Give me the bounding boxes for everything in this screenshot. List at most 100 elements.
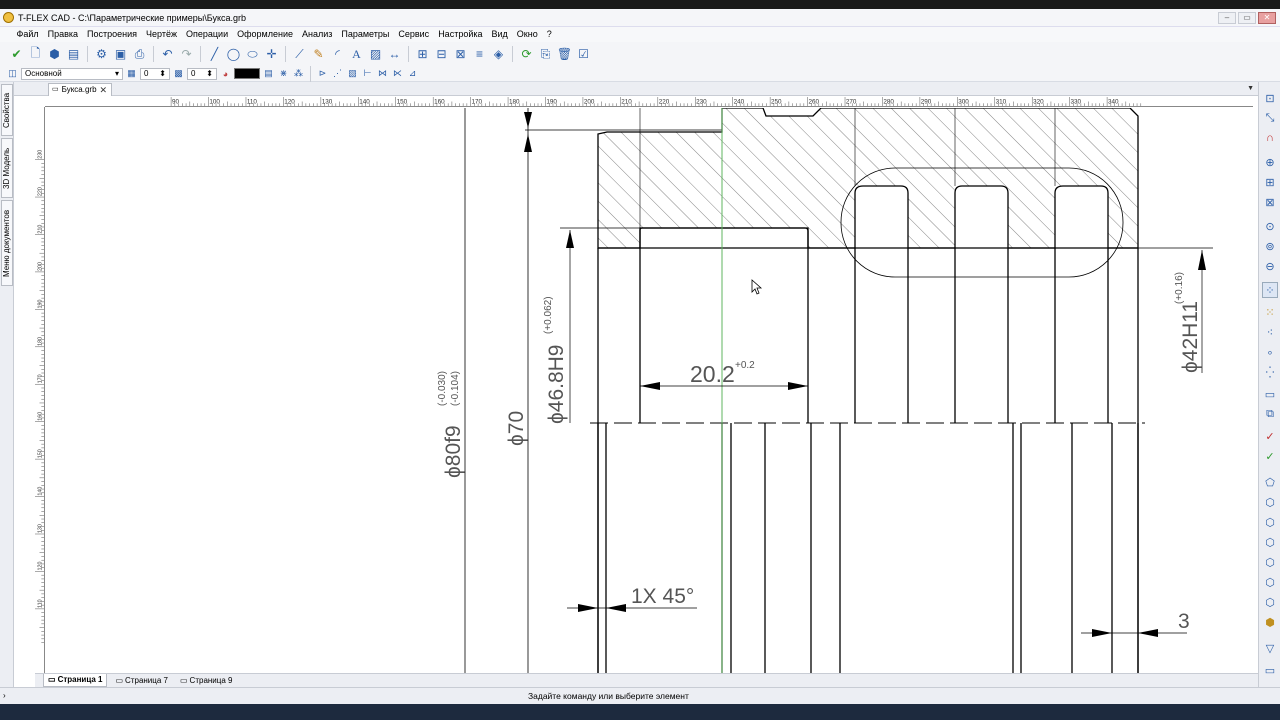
text-icon[interactable]: A	[348, 46, 365, 63]
document-tab[interactable]: ▭ Букса.grb ✕	[48, 83, 113, 96]
print-icon[interactable]: ⎙	[131, 46, 148, 63]
redo-icon[interactable]: ↷	[178, 46, 195, 63]
redraw-icon[interactable]: ∘	[1262, 344, 1278, 360]
menu-window[interactable]: Окно	[512, 27, 542, 42]
select-nodes-icon[interactable]: ⊿	[406, 67, 419, 80]
dimension-icon[interactable]: ↔	[386, 46, 403, 63]
save-icon[interactable]: ▣	[112, 46, 129, 63]
view-iso-5-icon[interactable]: ⬡	[1262, 594, 1278, 610]
drawing-canvas[interactable]: ϕ80f9 (-0.030) (-0.104) ϕ70 ϕ46.8H9 (+0.…	[45, 108, 1253, 673]
menu-service[interactable]: Сервис	[394, 27, 434, 42]
menu-drawing[interactable]: Чертёж	[142, 27, 182, 42]
view-reset-icon[interactable]: ▭	[1262, 662, 1278, 678]
zoom-next-icon[interactable]: ⊚	[1262, 238, 1278, 254]
check-red-icon[interactable]: ✓	[1262, 428, 1278, 444]
hatch-icon[interactable]: ▨	[367, 46, 384, 63]
select-lines-icon[interactable]: ⋰	[331, 67, 344, 80]
undo-icon[interactable]: ↶	[159, 46, 176, 63]
line-style-icon[interactable]: ▤	[262, 67, 275, 80]
new-document-icon[interactable]: 🗋	[27, 46, 44, 63]
tab-3d-model[interactable]: 3D Модель	[1, 138, 13, 198]
variables-icon[interactable]: ≡	[471, 46, 488, 63]
zoom-previous-icon[interactable]: ⊙	[1262, 218, 1278, 234]
menu-formatting[interactable]: Оформление	[233, 27, 298, 42]
new-3d-icon[interactable]: ⬢	[46, 46, 63, 63]
select-text-icon[interactable]: ⋈	[376, 67, 389, 80]
dimension-phi80[interactable]: ϕ80f9	[442, 425, 465, 478]
minimize-button[interactable]: ‒	[1218, 12, 1236, 24]
fragment-icon[interactable]: ⊞	[414, 46, 431, 63]
select-all-icon[interactable]: ⋉	[391, 67, 404, 80]
dimension-phi42[interactable]: ϕ42H11	[1179, 301, 1202, 373]
page-icon[interactable]: ▭	[1262, 386, 1278, 402]
view-iso-1-icon[interactable]: ⬡	[1262, 514, 1278, 530]
zoom-all-icon[interactable]: ⊞	[1262, 174, 1278, 190]
confirm-icon[interactable]: ✔	[8, 46, 25, 63]
view-top-icon[interactable]: ⬠	[1262, 474, 1278, 490]
zoom-out-icon[interactable]: ⊖	[1262, 258, 1278, 274]
select-dim-icon[interactable]: ⊢	[361, 67, 374, 80]
fillet-icon[interactable]: ◜	[329, 46, 346, 63]
view-iso-4-icon[interactable]: ⬡	[1262, 574, 1278, 590]
table-icon[interactable]: ⊠	[452, 46, 469, 63]
menu-settings[interactable]: Настройка	[434, 27, 487, 42]
color-swatch[interactable]	[234, 68, 260, 79]
model-icon[interactable]: ◈	[490, 46, 507, 63]
pencil-icon[interactable]: ✎	[310, 46, 327, 63]
view-front-icon[interactable]: ⬡	[1262, 494, 1278, 510]
menu-edit[interactable]: Правка	[43, 27, 82, 42]
dimension-phi70[interactable]: ϕ70	[505, 411, 528, 446]
priority-stepper[interactable]: 0 ⬍	[187, 67, 217, 80]
view-icon[interactable]: ⊟	[433, 46, 450, 63]
line-icon[interactable]: ╱	[206, 46, 223, 63]
menu-construction[interactable]: Построения	[83, 27, 142, 42]
view-iso-3-icon[interactable]: ⬡	[1262, 554, 1278, 570]
trash-icon[interactable]: 🗑	[556, 46, 573, 63]
dimension-20[interactable]: 20.2	[690, 361, 735, 387]
magnet-icon[interactable]: ∩	[1262, 130, 1278, 146]
close-tab-icon[interactable]: ✕	[100, 84, 108, 96]
menu-parameters[interactable]: Параметры	[337, 27, 394, 42]
zoom-in-icon[interactable]: ⊕	[1262, 154, 1278, 170]
grid-icon[interactable]: ⁛	[1262, 364, 1278, 380]
dimension-chamfer[interactable]: 1X 45°	[631, 585, 694, 608]
view-iso-6-icon[interactable]: ⬢	[1262, 614, 1278, 630]
snap-icon[interactable]: ⋇	[277, 67, 290, 80]
page-tab-9[interactable]: ▭ Страница 9	[176, 674, 237, 687]
layer-select[interactable]: Основной ▾	[21, 67, 123, 80]
view-iso-2-icon[interactable]: ⬡	[1262, 534, 1278, 550]
zoom-extents-icon[interactable]: ⊠	[1262, 194, 1278, 210]
page-copy-icon[interactable]: ⧉	[1262, 406, 1278, 422]
tab-properties[interactable]: Свойства	[1, 84, 13, 136]
tab-list-icon[interactable]: ▼	[1247, 85, 1254, 92]
page-tab-1[interactable]: ▭ Страница 1	[43, 674, 108, 687]
pan-icon[interactable]: ⤡	[1262, 110, 1278, 126]
menu-view[interactable]: Вид	[487, 27, 512, 42]
select-hatch-icon[interactable]: ▧	[346, 67, 359, 80]
menu-analysis[interactable]: Анализ	[297, 27, 336, 42]
sketch-icon[interactable]: ⟋	[291, 46, 308, 63]
check-icon[interactable]: ☑	[575, 46, 592, 63]
check-green-icon[interactable]: ✓	[1262, 448, 1278, 464]
palette-icon[interactable]: ◕	[219, 67, 232, 80]
open-icon[interactable]: ▤	[65, 46, 82, 63]
node-icon[interactable]: ✛	[263, 46, 280, 63]
hide-icon[interactable]: ⁙	[1262, 304, 1278, 320]
tab-document-menu[interactable]: Меню документов	[1, 200, 13, 286]
menu-file[interactable]: Файл	[12, 27, 43, 42]
maximize-button[interactable]: ▭	[1238, 12, 1256, 24]
level-stepper[interactable]: 0 ⬍	[140, 67, 170, 80]
page-tab-7[interactable]: ▭ Страница 7	[111, 674, 172, 687]
filter-icon[interactable]: ⊳	[316, 67, 329, 80]
close-window-button[interactable]: ✕	[1258, 12, 1276, 24]
circle-icon[interactable]: ◯	[225, 46, 242, 63]
ellipse-icon[interactable]: ⬭	[244, 46, 261, 63]
zoom-window-icon[interactable]: ⊡	[1262, 90, 1278, 106]
dimension-3[interactable]: 3	[1178, 610, 1190, 633]
library-icon[interactable]: ⚙	[93, 46, 110, 63]
snap-options-icon[interactable]: ⁂	[292, 67, 305, 80]
dimension-phi46[interactable]: ϕ46.8H9	[545, 345, 568, 424]
menu-operations[interactable]: Операции	[182, 27, 233, 42]
regenerate-icon[interactable]: ⟳	[518, 46, 535, 63]
show-icon[interactable]: ⁖	[1262, 324, 1278, 340]
